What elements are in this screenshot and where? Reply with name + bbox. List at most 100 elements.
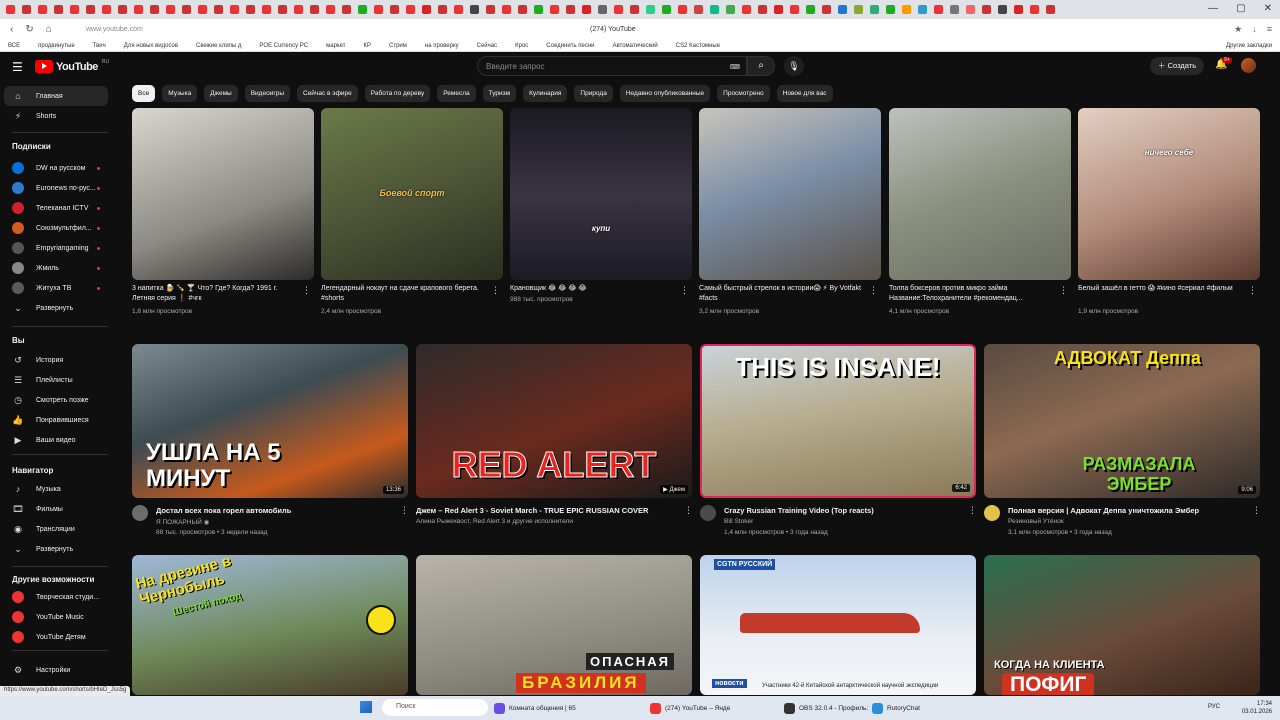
more-vert-icon[interactable]: ⋮ [1248, 285, 1257, 296]
bookmark-item[interactable]: Крос [515, 43, 528, 49]
browser-tab[interactable] [326, 5, 335, 14]
chip-filter[interactable]: Сейчас в эфире [297, 85, 358, 102]
channel-avatar[interactable] [700, 505, 716, 521]
short-title[interactable]: Толпа боксеров против микро займа Назван… [889, 284, 1059, 304]
browser-tab[interactable] [614, 5, 623, 14]
bookmark-item[interactable]: маркет [326, 43, 345, 49]
browser-tab-strip[interactable]: — ▢ ✕ [0, 0, 1280, 19]
window-controls[interactable]: — ▢ ✕ [1208, 3, 1272, 14]
back-icon[interactable]: ‹ [10, 24, 13, 35]
browser-tab[interactable] [6, 5, 15, 14]
chip-filter[interactable]: Просмотрено [717, 85, 770, 102]
more-vert-icon[interactable]: ⋮ [302, 285, 311, 296]
browser-tab[interactable] [230, 5, 239, 14]
browser-tab[interactable] [870, 5, 879, 14]
url-text[interactable]: www.youtube.com [86, 26, 143, 33]
browser-tab[interactable] [150, 5, 159, 14]
browser-tab[interactable] [774, 5, 783, 14]
browser-tab[interactable] [454, 5, 463, 14]
browser-tab[interactable] [422, 5, 431, 14]
browser-tab[interactable] [726, 5, 735, 14]
more-vert-icon[interactable]: ⋮ [869, 285, 878, 296]
you-heading[interactable]: Вы [12, 336, 25, 345]
youtube-logo[interactable]: YouTube RU [35, 59, 109, 73]
browser-tab[interactable] [854, 5, 863, 14]
short-title[interactable]: Белый зашёл в гетто 😱 #кино #сериал #фил… [1078, 284, 1248, 294]
create-button[interactable]: ＋ Создать [1150, 57, 1205, 75]
sidebar-item[interactable]: Житуха ТВ [4, 278, 108, 298]
browser-tab[interactable] [598, 5, 607, 14]
taskbar-app[interactable]: Комната общения | 65 [494, 700, 576, 716]
short-thumbnail[interactable]: купи [510, 108, 692, 280]
sidebar-item[interactable]: ☰ Плейлисты [4, 370, 108, 390]
more-vert-icon[interactable]: ⋮ [684, 505, 693, 516]
keyboard-icon[interactable]: ⌨ [730, 63, 740, 71]
browser-tab[interactable] [470, 5, 479, 14]
chip-filter[interactable]: Новое для вас [776, 85, 833, 102]
browser-tab[interactable] [742, 5, 751, 14]
close-icon[interactable]: ✕ [1264, 3, 1272, 14]
sidebar-item[interactable]: ◉ Трансляции [4, 519, 108, 539]
browser-tab[interactable] [694, 5, 703, 14]
browser-tab[interactable] [342, 5, 351, 14]
sidebar-item[interactable]: ⌄ Развернуть [4, 539, 108, 559]
video-title[interactable]: Полная версия | Адвокат Деппа уничтожила… [1008, 506, 1199, 515]
browser-tab[interactable] [646, 5, 655, 14]
bookmark-item[interactable]: Твич [93, 43, 106, 49]
video-thumbnail[interactable]: ОПАСНАЯ БРАЗИЛИЯ [416, 555, 692, 695]
chip-filter[interactable]: Работа по дереву [364, 85, 431, 102]
taskbar-app[interactable]: (274) YouTube – Янде [650, 700, 730, 716]
channel-name[interactable]: Алина Рыжехвост, Red Alert 3 и другие ис… [416, 518, 573, 525]
bookmark-item[interactable]: продвинутые [38, 43, 75, 49]
more-vert-icon[interactable]: ⋮ [968, 505, 977, 516]
browser-tab[interactable] [1014, 5, 1023, 14]
browser-tab[interactable] [550, 5, 559, 14]
search-input[interactable]: Введите запрос ⌨ [477, 56, 747, 76]
short-title[interactable]: Крановщик 😂 😂 😂 😂 [510, 284, 680, 294]
video-thumbnail[interactable]: УШЛА НА 5 МИНУТ 13:36 [132, 344, 408, 498]
chip-filter[interactable]: Туризм [482, 85, 517, 102]
short-thumbnail[interactable]: ничего себе [1078, 108, 1260, 280]
sidebar-item[interactable]: Жмиль [4, 258, 108, 278]
home-icon[interactable]: ⌂ [46, 24, 52, 35]
other-bookmarks[interactable]: Другие закладки [1226, 43, 1272, 49]
bookmark-item[interactable]: на проверку [425, 43, 459, 49]
sidebar-item[interactable]: ↺ История [4, 350, 108, 370]
short-thumbnail[interactable] [889, 108, 1071, 280]
bookmark-icon[interactable]: ★ [1234, 24, 1242, 35]
browser-tab[interactable] [934, 5, 943, 14]
browser-tab[interactable] [102, 5, 111, 14]
chip-filter[interactable]: Природа [574, 85, 613, 102]
browser-tab[interactable] [198, 5, 207, 14]
short-thumbnail[interactable] [132, 108, 314, 280]
sidebar-item[interactable]: 🎞 Фильмы [4, 499, 108, 519]
bookmark-item[interactable]: Для новых видосов [124, 43, 178, 49]
browser-tab[interactable] [86, 5, 95, 14]
sidebar-item[interactable]: Empyriangaming [4, 238, 108, 258]
windows-start-icon[interactable] [360, 701, 372, 713]
chip-filter[interactable]: Недавно опубликованные [619, 85, 711, 102]
browser-tab[interactable] [1030, 5, 1039, 14]
short-thumbnail[interactable]: Боевой спорт [321, 108, 503, 280]
video-thumbnail[interactable]: THIS IS INSANE! 6:42 [700, 344, 976, 498]
browser-tab[interactable] [534, 5, 543, 14]
browser-tab[interactable] [54, 5, 63, 14]
sidebar-item[interactable]: ⌄ Развернуть [4, 298, 108, 318]
chip-filter[interactable]: Кулинария [523, 85, 568, 102]
browser-tab[interactable] [806, 5, 815, 14]
browser-tab[interactable] [310, 5, 319, 14]
sidebar-item[interactable]: Союзмультфил... [4, 218, 108, 238]
browser-tab[interactable] [918, 5, 927, 14]
sidebar-item[interactable]: Euronews по-рус... [4, 178, 108, 198]
browser-tab[interactable] [182, 5, 191, 14]
channel-name[interactable]: Я ПОЖАРНЫЙ ◉ [156, 518, 209, 526]
sidebar-item[interactable]: Творческая студи... [4, 587, 108, 607]
sidebar-item[interactable]: YouTube Music [4, 607, 108, 627]
sidebar-item[interactable]: ⚡ Shorts [4, 106, 108, 126]
sidebar-item[interactable]: ◷ Смотреть позже [4, 390, 108, 410]
chip-filter[interactable]: Видеоигры [244, 85, 290, 102]
channel-name[interactable]: Резиновый Утёнок [1008, 518, 1064, 525]
bookmark-item[interactable]: Свежие клипы д [196, 43, 241, 49]
bookmark-item[interactable]: CS2 Кастомные [676, 43, 720, 49]
more-vert-icon[interactable]: ⋮ [400, 505, 409, 516]
